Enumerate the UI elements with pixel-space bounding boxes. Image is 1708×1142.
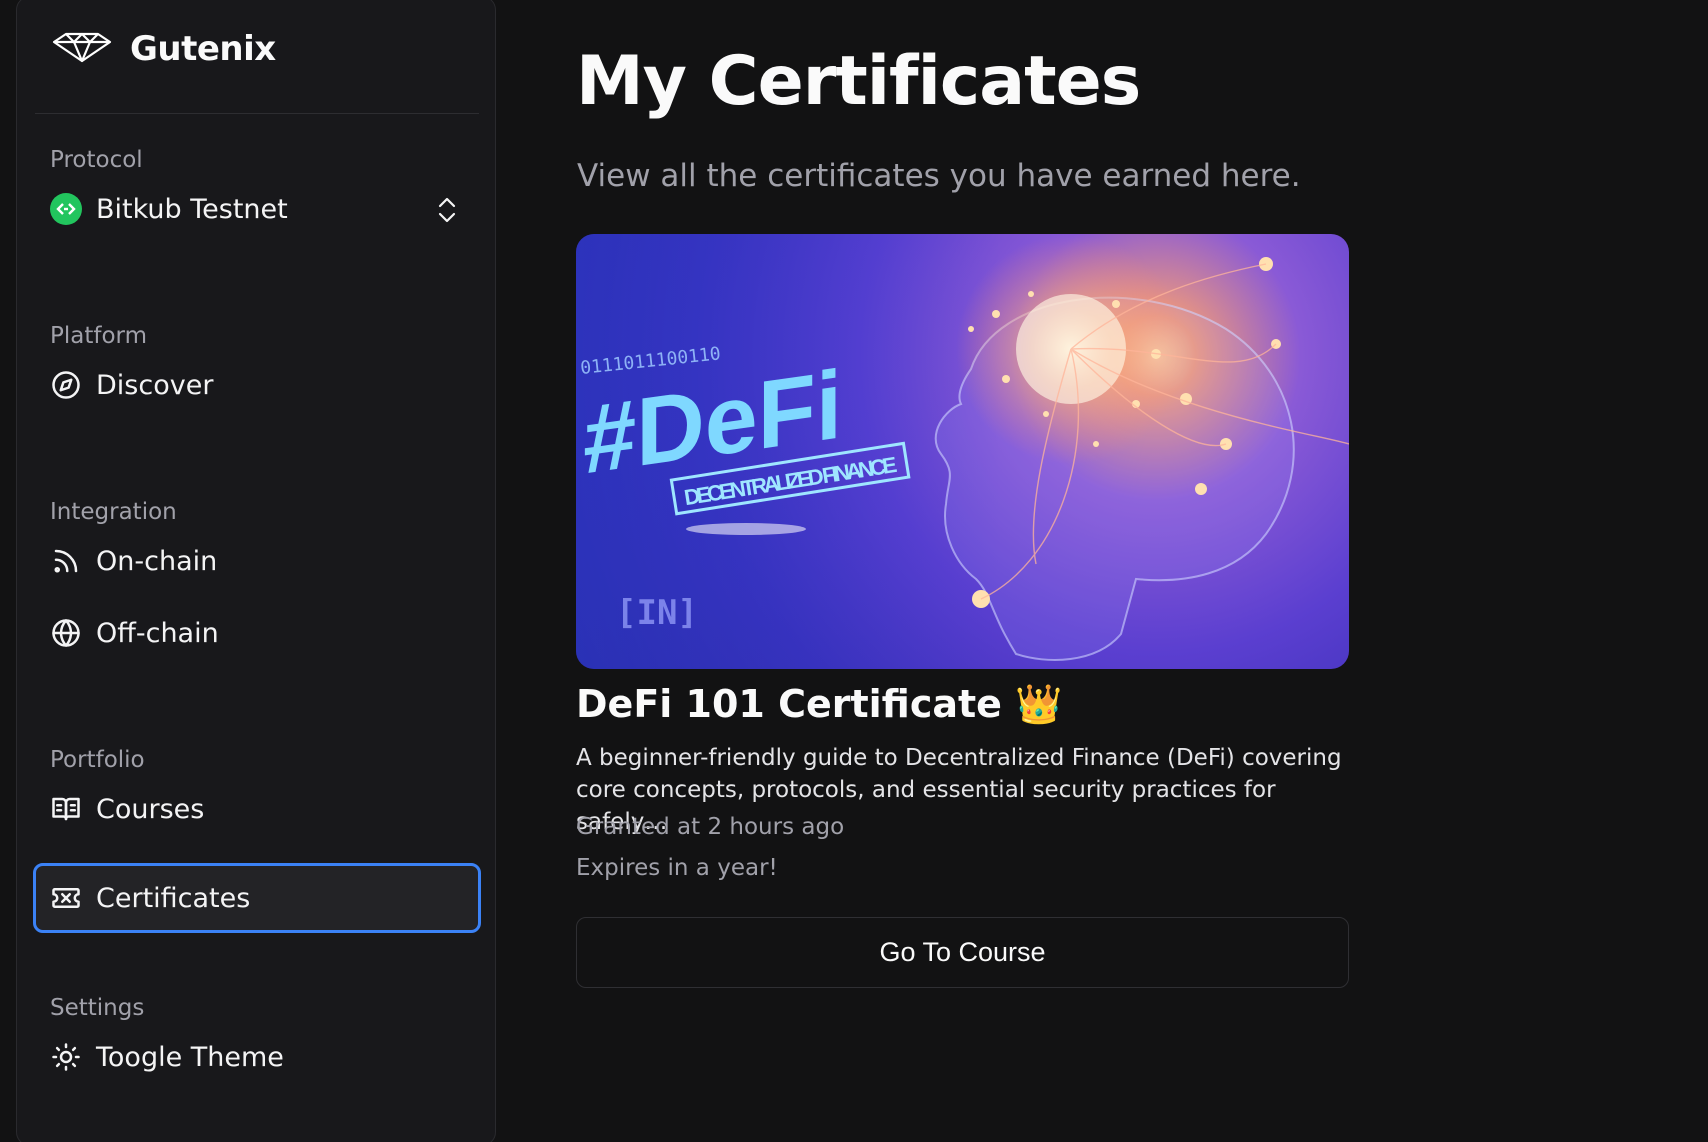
sidebar: Gutenix Protocol Bitkub Testnet Platform…	[16, 0, 496, 1142]
sidebar-item-label: Off-chain	[96, 617, 219, 649]
sidebar-divider	[35, 113, 479, 114]
sidebar-item-label: Certificates	[96, 882, 251, 914]
brand[interactable]: Gutenix	[50, 29, 276, 69]
page-title: My Certificates	[576, 42, 1141, 121]
sidebar-item-on-chain[interactable]: On-chain	[33, 529, 481, 593]
certificate-granted-time: Granted at 2 hours ago	[576, 814, 845, 840]
sidebar-item-label: Toogle Theme	[96, 1041, 284, 1073]
sidebar-item-toggle-theme[interactable]: Toogle Theme	[33, 1025, 481, 1089]
section-label-portfolio: Portfolio	[50, 747, 145, 773]
brand-name: Gutenix	[130, 29, 276, 69]
globe-icon	[50, 617, 82, 649]
sidebar-item-off-chain[interactable]: Off-chain	[33, 601, 481, 665]
sidebar-item-label: Discover	[96, 369, 214, 401]
sidebar-item-label: On-chain	[96, 545, 218, 577]
sun-icon	[50, 1041, 82, 1073]
sidebar-item-discover[interactable]: Discover	[33, 353, 481, 417]
certificate-expiry: Expires in a year!	[576, 855, 778, 881]
bitkub-logo-icon	[50, 193, 82, 225]
section-label-protocol: Protocol	[50, 147, 143, 173]
section-label-integration: Integration	[50, 499, 177, 525]
certificate-image[interactable]: 0111011100110 #DeFi DECENTRALIZED FINANC…	[576, 234, 1349, 669]
rss-icon	[50, 545, 82, 577]
sidebar-item-courses[interactable]: Courses	[33, 777, 481, 841]
go-to-course-button[interactable]: Go To Course	[576, 917, 1349, 988]
protocol-selector[interactable]: Bitkub Testnet	[33, 177, 481, 241]
section-label-settings: Settings	[50, 995, 145, 1021]
compass-icon	[50, 369, 82, 401]
chevrons-up-down-icon	[435, 195, 459, 225]
book-open-icon	[50, 793, 82, 825]
certificate-title: DeFi 101 Certificate 👑	[576, 682, 1063, 726]
section-label-platform: Platform	[50, 323, 147, 349]
page-subtitle: View all the certificates you have earne…	[577, 158, 1301, 194]
ticket-icon	[50, 882, 82, 914]
certificate-card: 0111011100110 #DeFi DECENTRALIZED FINANC…	[576, 234, 1349, 988]
protocol-network-label: Bitkub Testnet	[96, 193, 288, 225]
svg-text:[IN]: [IN]	[616, 593, 698, 633]
diamond-logo-icon	[50, 30, 114, 68]
sidebar-item-label: Courses	[96, 793, 205, 825]
sidebar-item-certificates[interactable]: Certificates	[33, 863, 481, 933]
